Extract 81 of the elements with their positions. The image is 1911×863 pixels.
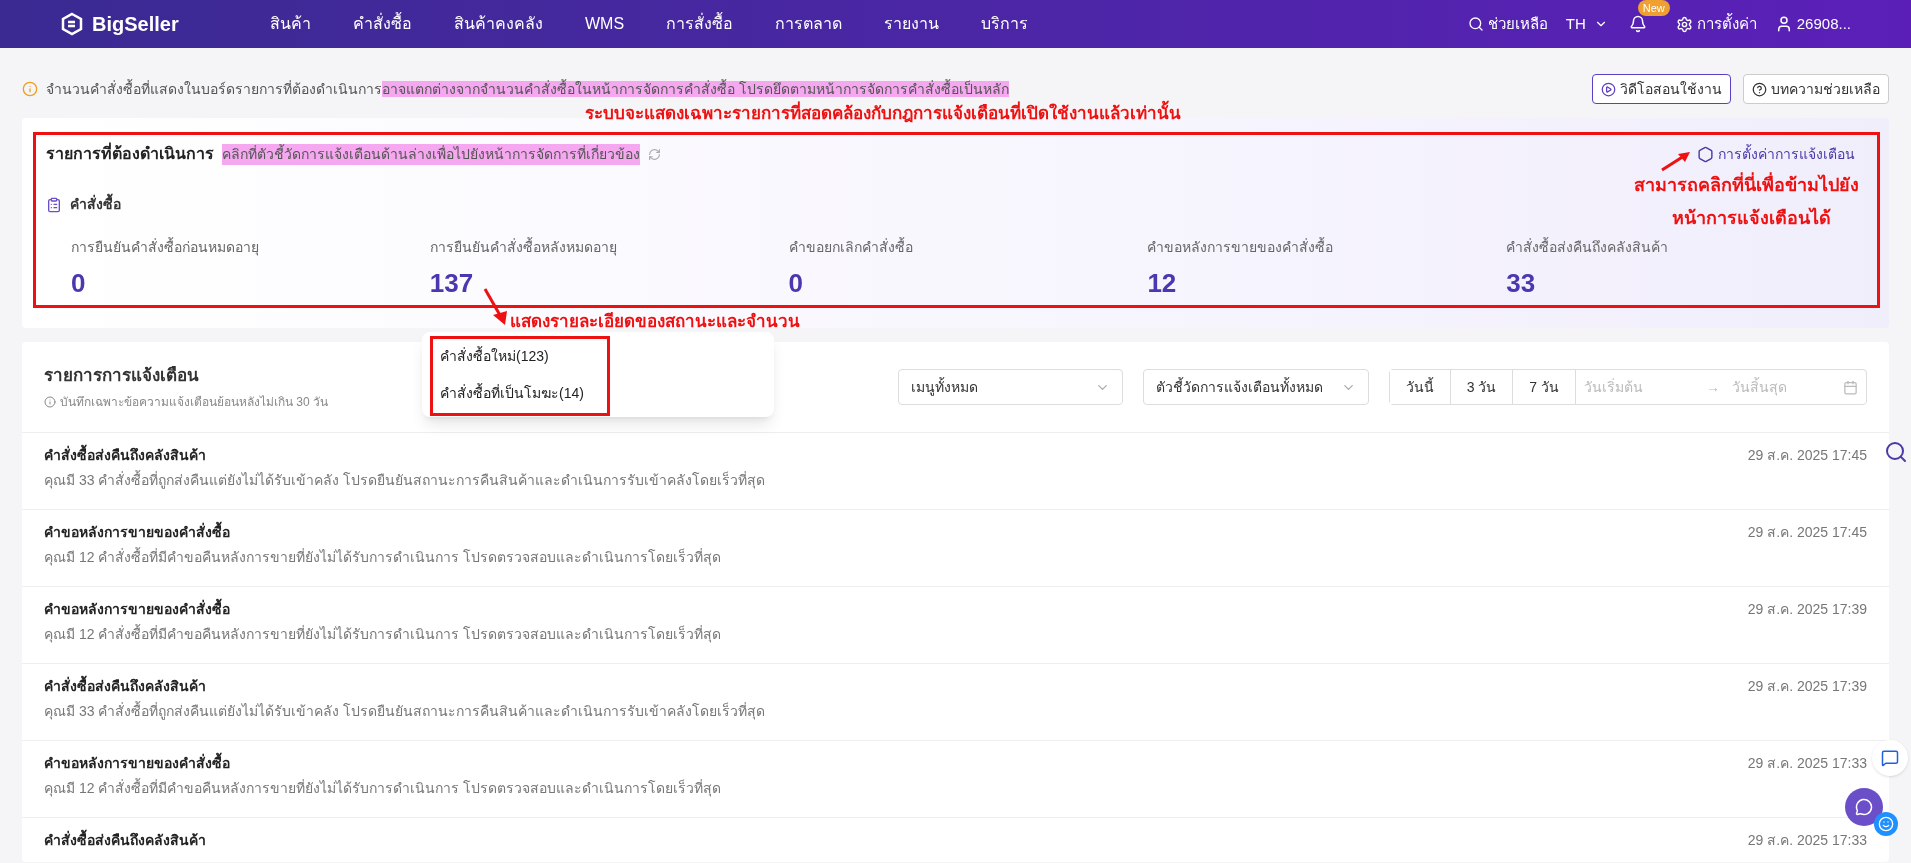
metric-value[interactable]: 33 <box>1506 268 1536 298</box>
hexagon-icon <box>1697 145 1714 163</box>
range-tab[interactable]: วันนี้ <box>1389 370 1451 404</box>
alert-time: 29 ส.ค. 2025 17:33 <box>1747 831 1867 850</box>
annotation-text: ระบบจะแสดงเฉพาะรายการที่สอดคล้องกับกฎการแจ้งเตือนที่เปิดใช้งานแล้วเท่านั้น <box>585 101 1181 127</box>
bell-icon <box>1628 15 1647 33</box>
nav-item[interactable]: WMS <box>585 12 625 36</box>
metric-label: คำสั่งซื้อส่งคืนถึงคลังสินค้า <box>1506 237 1669 257</box>
support-button[interactable] <box>1874 812 1898 836</box>
help-article-button[interactable]: บทความช่วยเหลือ <box>1743 74 1889 104</box>
alert-time: 29 ส.ค. 2025 17:45 <box>1747 446 1867 465</box>
todo-title: รายการที่ต้องดำเนินการ <box>46 142 214 166</box>
nav-item[interactable]: การตลาด <box>775 12 843 36</box>
nav-item[interactable]: คำสั่งซื้อ <box>353 12 412 36</box>
settings-icon <box>1675 15 1693 33</box>
search-icon <box>1467 16 1484 32</box>
settings-button[interactable]: การตั้งค่า <box>1675 12 1757 36</box>
nav-item[interactable]: บริการ <box>981 12 1029 36</box>
video-tutorial-button[interactable]: วิดีโอสอนใช้งาน <box>1592 74 1731 104</box>
chat-icon <box>1855 798 1873 816</box>
metric-label: คำขอยกเลิกคำสั่งซื้อ <box>788 237 913 257</box>
metric-select[interactable]: ตัวชี้วัดการแจ้งเตือนทั้งหมด <box>1142 369 1369 405</box>
nav-item[interactable]: การสั่งซื้อ <box>666 12 734 36</box>
new-badge: New <box>1637 0 1670 16</box>
annotation-arrow <box>1660 150 1692 172</box>
warning-icon <box>22 81 38 97</box>
range-separator: → <box>1706 377 1720 397</box>
feedback-button[interactable] <box>1872 740 1908 776</box>
alert-time: 29 ส.ค. 2025 17:39 <box>1747 677 1867 696</box>
metric-value[interactable]: 12 <box>1147 268 1177 298</box>
alert-time: 29 ส.ค. 2025 17:33 <box>1747 754 1867 773</box>
clipboard-icon <box>46 196 62 213</box>
calendar-icon <box>1843 379 1858 395</box>
metric-label: คำขอหลังการขายของคำสั่งซื้อ <box>1147 237 1334 257</box>
help-icon <box>1752 81 1767 97</box>
alert-text: คุณมี 12 คำสั่งซื้อที่มีคำขอคืนหลังการขายที่ยังไม่ได้รับการดำเนินการ โปรดตรวจสอบและดำเนินการโดยเร็วที่สุด <box>44 624 722 645</box>
end-date-field[interactable]: วันสิ้นสุด <box>1732 376 1842 398</box>
annotation-text: แสดงรายละเอียดของสถานะและจำนวน <box>510 311 800 333</box>
notice-text: จำนวนคำสั่งซื้อที่แสดงในบอร์ดรายการที่ต้องดำเนินการอาจแตกต่างจากจำนวนคำสั่งซื้อในหน้าการจัดการคำสั่งซื้อ โปรดยึดตามหน้าการจัดการคำสั่งซื้อเป็นหลัก <box>46 78 1009 99</box>
alert-text: คุณมี 33 คำสั่งซื้อที่ถูกส่งคืนแต่ยังไม่ได้รับเข้าคลัง โปรดยืนยันสถานะการคืนสินค้าและดำเนินการรับเข้าคลังโดยเร็วที่สุด <box>44 470 766 491</box>
popup-item[interactable]: คำสั่งซื้อใหม่(123) <box>440 346 584 367</box>
alerts-title: รายการการแจ้งเตือน <box>44 365 200 388</box>
message-icon <box>1881 749 1899 767</box>
nav-item[interactable]: รายงาน <box>884 12 940 36</box>
alert-settings-link[interactable]: การตั้งค่าการแจ้งเตือน <box>1697 143 1855 165</box>
alert-title: คำขอหลังการขายของคำสั่งซื้อ <box>44 599 722 620</box>
start-date-field[interactable]: วันเริ่มต้น <box>1584 376 1694 398</box>
language-select[interactable]: TH <box>1565 12 1608 36</box>
refresh-icon <box>648 147 661 161</box>
logo-text: BigSeller <box>92 12 179 37</box>
nav-item[interactable]: สินค้า <box>270 12 311 36</box>
search-icon[interactable] <box>1884 440 1908 464</box>
alert-title: คำขอหลังการขายของคำสั่งซื้อ <box>44 753 722 774</box>
popup-item[interactable]: คำสั่งซื้อที่เป็นโมฆะ(14) <box>440 383 584 404</box>
metric-value[interactable]: 0 <box>71 268 86 298</box>
alert-text: คุณมี 12 คำสั่งซื้อที่มีคำขอคืนหลังการขายที่ยังไม่ได้รับการดำเนินการ โปรดตรวจสอบและดำเนินการโดยเร็วที่สุด <box>44 547 722 568</box>
alert-text: คุณมี 33 คำสั่งซื้อที่ถูกส่งคืนแต่ยังไม่ได้รับเข้าคลัง โปรดยืนยันสถานะการคืนสินค้าและดำเนินการรับเข้าคลังโดยเร็วที่สุด <box>44 701 766 722</box>
alert-title: คำขอหลังการขายของคำสั่งซื้อ <box>44 522 722 543</box>
alert-title: คำสั่งซื้อส่งคืนถึงคลังสินค้า <box>44 830 206 851</box>
logo-icon <box>60 12 84 36</box>
play-icon <box>1601 81 1616 97</box>
metric-value[interactable]: 137 <box>429 268 474 298</box>
nav-item[interactable]: สินค้าคงคลัง <box>454 12 543 36</box>
alerts-subtitle: บันทึกเฉพาะข้อความแจ้งเตือนย้อนหลังไม่เกิน 30 วัน <box>60 393 328 411</box>
metric-value[interactable]: 0 <box>788 268 804 298</box>
smile-icon <box>1878 816 1894 832</box>
help-button[interactable]: ช่วยเหลือ <box>1467 12 1548 36</box>
annotation-text: หน้าการแจ้งเตือนได้ <box>1672 206 1831 230</box>
metric-label: การยืนยันคำสั่งซื้อก่อนหมดอายุ <box>71 237 259 258</box>
todo-hint: คลิกที่ตัวชี้วัดการแจ้งเตือนด้านล่างเพื่อไปยังหน้าการจัดการที่เกี่ยวข้อง <box>222 143 640 165</box>
info-icon <box>44 395 56 408</box>
annotation-text: สามารถคลิกที่นี่เพื่อข้ามไปยัง <box>1634 172 1859 199</box>
metric-label: การยืนยันคำสั่งซื้อหลังหมดอายุ <box>429 237 617 258</box>
section-title: คำสั่งซื้อ <box>70 194 121 215</box>
alert-text: คุณมี 12 คำสั่งซื้อที่มีคำขอคืนหลังการขายที่ยังไม่ได้รับการดำเนินการ โปรดตรวจสอบและดำเนินการโดยเร็วที่สุด <box>44 778 722 799</box>
alert-time: 29 ส.ค. 2025 17:45 <box>1747 523 1867 542</box>
alert-title: คำสั่งซื้อส่งคืนถึงคลังสินค้า <box>44 676 766 697</box>
user-button[interactable]: 26908... <box>1774 12 1851 36</box>
alert-title: คำสั่งซื้อส่งคืนถึงคลังสินค้า <box>44 445 766 466</box>
menu-select[interactable]: เมนูทั้งหมด <box>897 369 1123 405</box>
alert-time: 29 ส.ค. 2025 17:39 <box>1747 600 1867 619</box>
